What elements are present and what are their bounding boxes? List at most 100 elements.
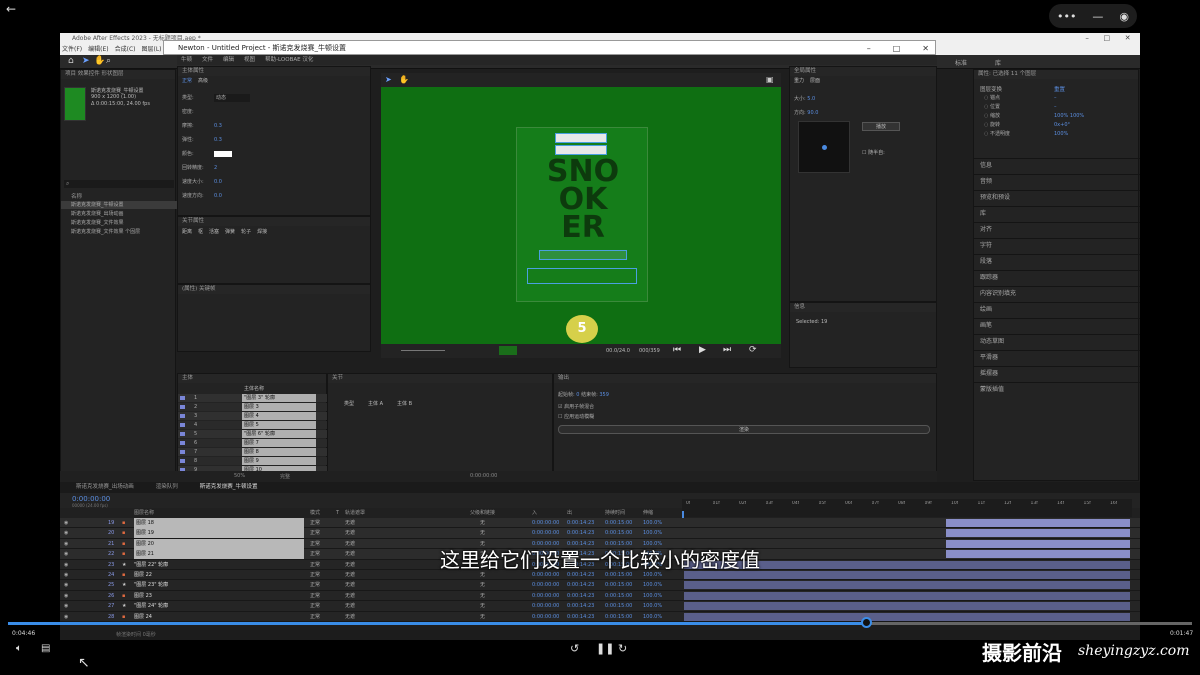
panel-list-item[interactable]: 摇摆器 [974, 366, 1140, 380]
zoom-tool-icon[interactable]: ⌕ [106, 56, 111, 66]
direction-value[interactable]: 0.0 [214, 192, 222, 200]
time-ruler[interactable]: 0f 01f 02f 03f 04f 05f 06f 07f 08f 09f 10f 11f 12f 13… [682, 499, 1132, 517]
gravity-dial[interactable] [798, 121, 850, 173]
panel-list-item[interactable]: 信息 [974, 158, 1140, 172]
table-row[interactable]: 6 图层 7 [178, 439, 328, 447]
newton-menu-view[interactable]: 视图 [244, 55, 255, 65]
subframe-checkbox[interactable]: ☑ 启用子帧混合 [558, 403, 758, 411]
panel-list-item[interactable]: 对齐 [974, 222, 1140, 236]
tab-layers[interactable]: 层面 [810, 77, 820, 84]
newton-maximize-icon[interactable]: □ [893, 41, 901, 54]
panel-list-item[interactable]: 绘画 [974, 302, 1140, 316]
selection-tool-icon[interactable]: ➤ [82, 56, 90, 66]
end-frame-value[interactable]: 359 [599, 392, 609, 398]
table-row[interactable]: 3 图层 4 [178, 412, 328, 420]
viewer-hand-icon[interactable]: ✋ [399, 75, 409, 84]
tab-normal[interactable]: 正常 [182, 77, 192, 84]
panel-list-item[interactable]: 库 [974, 206, 1140, 220]
table-row[interactable]: 1 "图层 3" 轮廓 [178, 394, 328, 402]
tab-effect-controls[interactable]: 效果控件 形状图层 [78, 71, 124, 77]
table-row[interactable]: 4 图层 5 [178, 421, 328, 429]
table-row[interactable]: ◉ 28 ▪ 图层 24 正常 无遮 无 0:00:00:00 0:00:14:23 0:00:1… [60, 611, 1140, 622]
reset-button[interactable]: 重置 [1054, 85, 1065, 93]
velocity-value[interactable]: 0.0 [214, 178, 222, 186]
panel-list-item[interactable]: 动态草图 [974, 334, 1140, 348]
list-item[interactable]: 斯诺克发烧赛_文件效果 [61, 219, 177, 227]
tab-weld[interactable]: 焊接 [257, 228, 267, 235]
panel-list-item[interactable]: 预览和预设 [974, 190, 1140, 204]
menu-layer[interactable]: 图层(L) [142, 44, 162, 55]
pause-icon[interactable]: ❚❚ [596, 642, 614, 655]
close-circle-icon[interactable]: ◉ [1119, 10, 1129, 23]
play-icon[interactable]: ▶ [699, 345, 706, 355]
tab-project[interactable]: 项目 [65, 71, 76, 77]
newton-menu-help[interactable]: 帮助-LOOBAE 汉化 [265, 55, 313, 65]
volume-icon[interactable]: 🔈︎ [16, 643, 22, 654]
newton-menu-edit[interactable]: 编辑 [223, 55, 234, 65]
last-frame-icon[interactable]: ⏭ [723, 345, 731, 355]
tab-distance[interactable]: 距离 [182, 228, 192, 235]
tab-comp-intro[interactable]: 斯诺克发烧赛_出场动画 [76, 482, 134, 493]
render-button[interactable]: 渲染 [558, 425, 930, 434]
prop-value[interactable]: – [1054, 103, 1057, 111]
hand-tool-icon[interactable]: ✋ [94, 56, 105, 66]
first-frame-icon[interactable]: ⏮ [673, 345, 681, 355]
back-arrow-icon[interactable]: ← [6, 2, 16, 16]
tab-render-queue[interactable]: 渲染队列 [156, 482, 178, 493]
subtitles-icon[interactable]: ▤ [41, 643, 50, 654]
menu-edit[interactable]: 编辑(E) [88, 44, 108, 55]
table-row[interactable]: ◉ 26 ▪ 图层 23 正常 无遮 无 0:00:00:00 0:00:14:23 0:00:1… [60, 590, 1140, 602]
table-row[interactable]: ◉ 19 ▪ 图层 18 正常 无遮 无 0:00:00:00 0:00:14:23 0:00:1… [60, 518, 1140, 529]
list-item[interactable]: 斯诺克发烧赛_出场动画 [61, 210, 177, 218]
layer-bar[interactable] [684, 591, 1130, 600]
play-sim-button[interactable]: 播放 [862, 122, 900, 131]
workspace-standard[interactable]: 标准 [955, 58, 967, 67]
newton-minimize-icon[interactable]: – [867, 41, 871, 54]
panel-list-item[interactable]: 平滑器 [974, 350, 1140, 364]
checkbox-row[interactable]: ☐ 随半自: [862, 149, 885, 156]
panel-list-item[interactable]: 内容识别填充 [974, 286, 1140, 300]
tab-gravity[interactable]: 重力 [794, 77, 804, 84]
list-item[interactable]: 斯诺克发烧赛_牛顿设置 [61, 201, 177, 209]
viewer-zoom-slider[interactable] [401, 350, 445, 351]
layer-bar[interactable] [946, 519, 1130, 527]
minimize-icon[interactable]: — [1092, 10, 1103, 23]
bounce-value[interactable]: 0.3 [214, 136, 222, 144]
table-row[interactable]: ◉ 27 ★ "图层 24" 轮廓 正常 无遮 无 0:00:00:00 0:00:14:23 0… [60, 601, 1140, 612]
rewind-icon[interactable]: ↺ [570, 642, 579, 655]
panel-list-item[interactable]: 蒙版插值 [974, 382, 1140, 396]
panel-list-item[interactable]: 字符 [974, 238, 1140, 252]
loop-icon[interactable]: ⟳ [749, 345, 757, 355]
ae-minimize-icon[interactable]: – [1085, 33, 1089, 44]
tab-wheel[interactable]: 轮子 [241, 228, 251, 235]
view-select[interactable]: 完整 [280, 473, 290, 480]
prop-value[interactable]: 100% [1054, 130, 1068, 138]
table-row[interactable]: 2 图层 3 [178, 403, 328, 411]
table-row[interactable]: 8 图层 9 [178, 457, 328, 465]
prop-value[interactable]: 0x+0° [1054, 121, 1070, 129]
panel-list-item[interactable]: 音频 [974, 174, 1140, 188]
zoom-level[interactable]: 50% [234, 473, 245, 479]
viewer-canvas[interactable]: SNO OK ER 5 [381, 87, 781, 344]
table-row[interactable]: ◉ 25 ★ "图层 23" 轮廓 正常 无遮 无 0:00:00:00 0:00:14:23 0… [60, 580, 1140, 591]
panel-list-item[interactable]: 跟踪器 [974, 270, 1140, 284]
panel-list-item[interactable]: 画笔 [974, 318, 1140, 332]
motion-blur-checkbox[interactable]: ☐ 应用运动模糊 [558, 413, 758, 421]
table-row[interactable]: ◉ 20 ▪ 图层 19 正常 无遮 无 0:00:00:00 0:00:14:23 0:00:1… [60, 528, 1140, 539]
menu-comp[interactable]: 合成(C) [115, 44, 136, 55]
list-item[interactable]: 斯诺克发烧赛_文件效果 个固层 [61, 228, 177, 236]
menu-file[interactable]: 文件(F) [62, 44, 82, 55]
newton-close-icon[interactable]: ✕ [922, 41, 929, 54]
table-row[interactable]: 5 "图层 6" 轮廓 [178, 430, 328, 438]
color-swatch[interactable] [214, 151, 232, 157]
newton-menu-newton[interactable]: 牛顿 [181, 55, 192, 65]
gravity-direction-value[interactable]: 90.0 [807, 110, 818, 116]
precision-value[interactable]: 2 [214, 164, 217, 172]
layer-bar[interactable] [684, 612, 1130, 621]
layer-bar[interactable] [684, 581, 1130, 590]
start-frame-value[interactable]: 0 [576, 392, 579, 398]
layer-bar[interactable] [684, 602, 1130, 611]
timeline-timecode[interactable]: 0:00:00:00 [72, 495, 110, 503]
workspace-library[interactable]: 库 [995, 58, 1001, 67]
tab-piston[interactable]: 活塞 [209, 228, 219, 235]
